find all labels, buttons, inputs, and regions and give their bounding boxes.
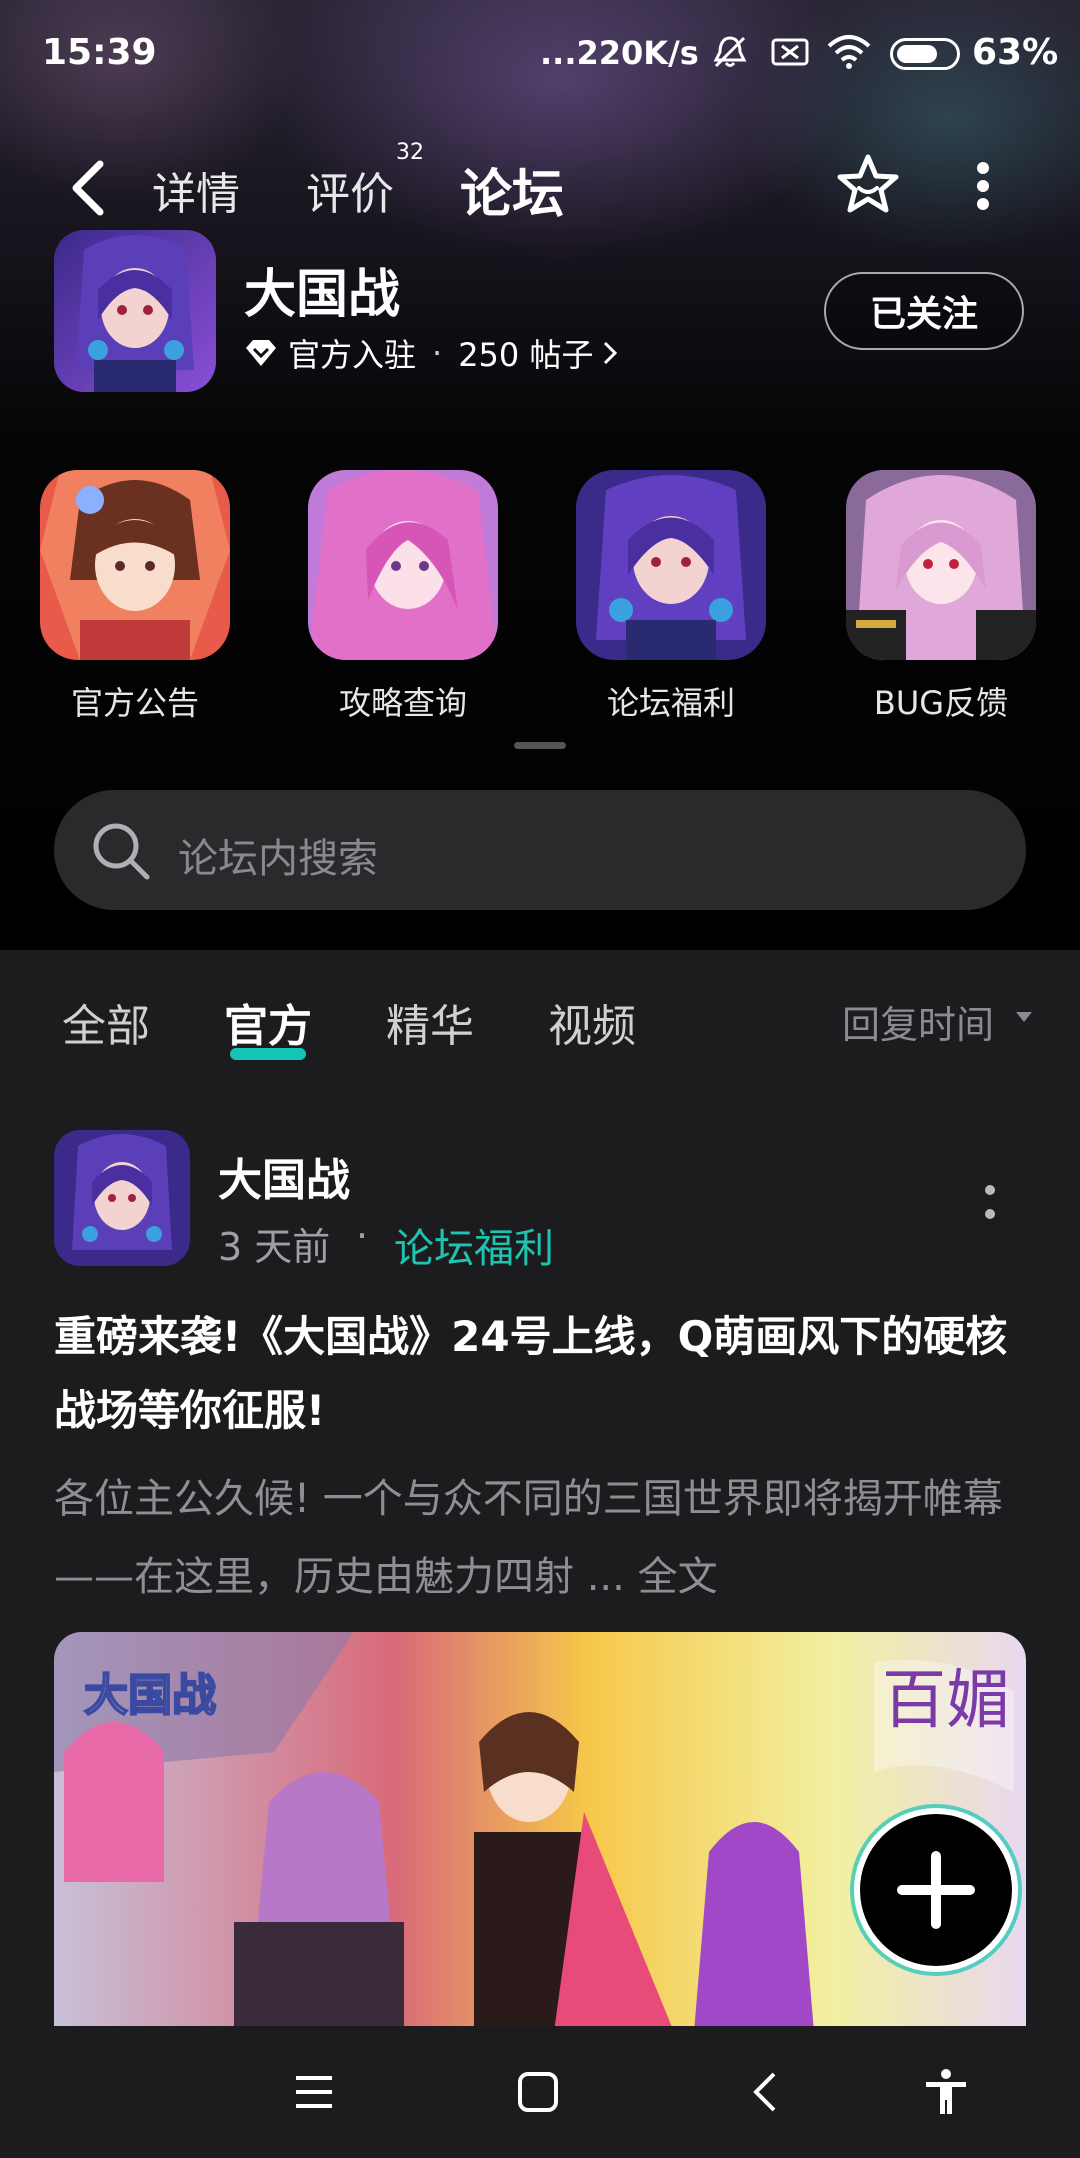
mute-bell-icon — [713, 36, 747, 68]
back-arrow-icon[interactable] — [64, 158, 114, 218]
more-menu-icon[interactable] — [968, 160, 998, 212]
reviews-count-badge: 32 — [396, 140, 424, 165]
post-excerpt[interactable]: 各位主公久候! 一个与众不同的三国世界即将揭开帷幕——在这里，历史由魅力四射 .… — [54, 1460, 1034, 1616]
wifi-icon — [827, 35, 871, 69]
quick-link-label: 论坛福利 — [606, 684, 735, 722]
post-count: 250 帖子 — [458, 336, 594, 374]
quick-link-benefits[interactable]: 论坛福利 — [576, 470, 766, 724]
page-indicator — [514, 742, 566, 749]
quick-link-label: 官方公告 — [70, 684, 199, 722]
sim-disabled-icon — [771, 38, 809, 66]
favorite-star-icon[interactable] — [835, 152, 901, 218]
status-bar: 15:39 ...220K/s 63% — [0, 0, 1080, 110]
post-time: 3 天前 — [218, 1225, 331, 1269]
tab-reviews[interactable]: 评价 — [306, 158, 394, 222]
sort-dropdown[interactable]: 回复时间 — [842, 994, 994, 1049]
back-icon[interactable] — [740, 2066, 792, 2118]
filter-featured[interactable]: 精华 — [386, 990, 474, 1054]
post-title[interactable]: 重磅来袭!《大国战》24号上线，Q萌画风下的硬核战场等你征服! — [54, 1300, 1034, 1448]
quick-links: 官方公告 攻略查询 论坛福利 BUG反馈 — [0, 470, 1080, 730]
filter-video[interactable]: 视频 — [548, 990, 636, 1054]
tab-forum[interactable]: 论坛 — [460, 152, 565, 229]
quick-link-label: BUG反馈 — [873, 684, 1009, 722]
plus-icon — [897, 1851, 975, 1929]
post-image-caption: 百媚 — [882, 1664, 1010, 1738]
search-icon — [93, 823, 150, 880]
post-image-logo: 大国战 — [84, 1670, 216, 1721]
post-category[interactable]: 论坛福利 — [394, 1216, 554, 1274]
tab-details[interactable]: 详情 — [152, 158, 240, 222]
verified-diamond-icon — [246, 340, 276, 366]
read-more-link[interactable]: ... 全文 — [587, 1554, 718, 1600]
top-nav: 详情 评价 32 论坛 — [0, 140, 1080, 230]
system-nav-bar — [0, 2026, 1080, 2158]
quick-link-label: 攻略查询 — [338, 684, 467, 722]
app-meta[interactable]: 官方入驻 · 250 帖子 — [244, 330, 621, 376]
filter-tabs: 全部 官方 精华 视频 回复时间 — [0, 990, 1080, 1080]
menu-icon[interactable] — [288, 2066, 340, 2118]
filter-all[interactable]: 全部 — [62, 990, 150, 1054]
battery-percent: 63% — [972, 32, 1059, 73]
verified-label: 官方入驻 — [288, 336, 417, 374]
bug-report-thumbnail — [846, 470, 1036, 660]
caret-down-icon — [1016, 1012, 1032, 1022]
post-separator: · — [356, 1214, 369, 1258]
announcements-thumbnail — [40, 470, 230, 660]
quick-link-bug-report[interactable]: BUG反馈 — [846, 470, 1036, 724]
avatar[interactable] — [54, 1130, 190, 1266]
filter-official[interactable]: 官方 — [224, 990, 312, 1060]
status-time: 15:39 — [42, 32, 157, 73]
guides-thumbnail — [308, 470, 498, 660]
follow-button[interactable]: 已关注 — [824, 272, 1024, 350]
benefits-thumbnail — [576, 470, 766, 660]
battery-icon — [890, 38, 960, 70]
forum-search-input[interactable]: 论坛内搜索 — [54, 790, 1026, 910]
post-author[interactable]: 大国战 — [218, 1144, 350, 1208]
post-body-text: 各位主公久候! 一个与众不同的三国世界即将揭开帷幕——在这里，历史由魅力四射 — [54, 1476, 1003, 1600]
new-post-fab[interactable] — [854, 1808, 1018, 1972]
meta-separator: · — [432, 334, 443, 372]
app-info: 大国战 官方入驻 · 250 帖子 已关注 — [0, 230, 1080, 392]
home-icon[interactable] — [512, 2066, 564, 2118]
app-name: 大国战 — [244, 265, 401, 325]
post-more-icon[interactable] — [982, 1182, 998, 1222]
quick-link-announcements[interactable]: 官方公告 — [40, 470, 230, 724]
accessibility-icon[interactable] — [920, 2066, 972, 2118]
chevron-right-icon — [604, 341, 618, 365]
network-speed: ...220K/s — [540, 34, 699, 72]
search-placeholder: 论坛内搜索 — [178, 836, 378, 882]
quick-link-guides[interactable]: 攻略查询 — [308, 470, 498, 724]
app-icon[interactable] — [54, 230, 216, 392]
